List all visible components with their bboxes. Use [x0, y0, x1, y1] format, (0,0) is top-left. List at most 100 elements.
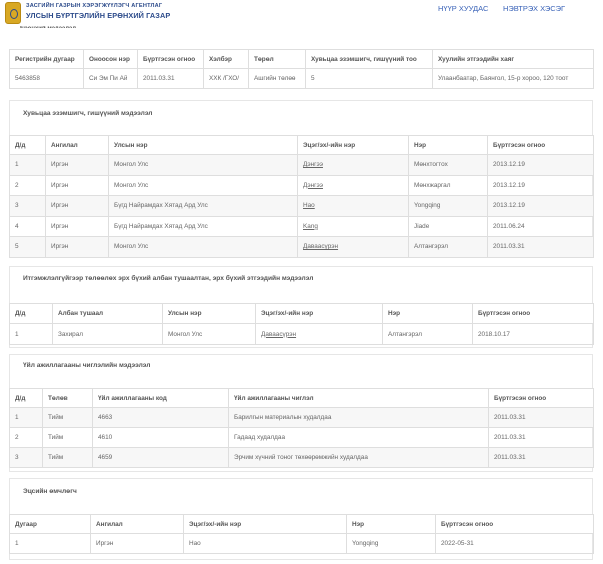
column-header: Хэлбэр [203, 49, 249, 69]
table-cell: 2013.12.19 [487, 195, 594, 217]
table-cell: 5 [9, 236, 46, 258]
column-header: Нэр [346, 514, 436, 534]
table-cell: Иргэн [45, 215, 109, 237]
table-cell: Гадаад худалдаа [228, 427, 489, 448]
table-cell: 2011.03.31 [488, 447, 594, 468]
table-cell: 2011.03.31 [487, 236, 594, 258]
column-header: Регистрийн дугаар [9, 49, 84, 69]
table-cell: 2011.06.24 [487, 215, 594, 237]
column-header: Д/д [9, 135, 46, 155]
logo-title[interactable]: УЛСЫН БҮРТГЭЛИЙН ЕРӨНХИЙ ГАЗАР [26, 11, 170, 20]
section-title-activities: Үйл ажиллагааны чиглэлийн мэдээлэл [23, 362, 151, 369]
column-header: Эцэг/эх/-ийн нэр [255, 303, 383, 324]
table-row: 4 Иргэн Бүгд Найрамдах Хятад Ард Улс Kang Ji… [9, 215, 594, 237]
table-cell: Монгол Улс [108, 236, 298, 258]
table-cell: Иргэн [45, 195, 109, 217]
column-header: Д/д [9, 388, 43, 408]
column-header: Бүртгэсэн огноо [137, 49, 204, 69]
top-bar: ЗАСГИЙН ГАЗРЫН ХЭРЭГЖҮҮЛЭГЧ АГЕНТЛАГ УЛС… [0, 0, 603, 26]
table-cell: 1 [9, 533, 91, 554]
beneficiaries-table: Дугаар Ангилал Эцэг/эх/-ийн нэр Нэр Бүртгэсэ… [9, 514, 594, 554]
table-row: 5463858 Си Эм Пи Ай 2011.03.31 ХХК /ГХО/Ашг… [9, 68, 594, 89]
column-header: Улсын нэр [162, 303, 256, 324]
table-cell: Ашгийн төлөө [248, 68, 306, 89]
table-cell: 3 [9, 195, 46, 217]
table-cell: Монгол Улс [108, 154, 298, 176]
logo-agency-line[interactable]: ЗАСГИЙН ГАЗРЫН ХЭРЭГЖҮҮЛЭГЧ АГЕНТЛАГ [26, 3, 162, 9]
table-cell: Монгол Улс [108, 174, 298, 196]
table-cell: Бүгд Найрамдах Хятад Ард Улс [108, 195, 298, 217]
table-cell: Jiade [408, 215, 488, 237]
table-cell: Даваасүрэн [297, 236, 409, 258]
table-cell: 2011.03.31 [488, 427, 594, 448]
table-cell: Улаанбаатар, Баянгол, 15-р хороо, 120 то… [432, 68, 594, 89]
table-cell: 1 [9, 407, 43, 428]
table-row: 1 Захирал Монгол Улс Даваасүрэн Алтангэрэл 20… [9, 323, 594, 345]
table-cell: Эрчим хүчний тоног төхөөрөмжийн худалдаа [228, 447, 489, 468]
table-cell: Захирал [52, 323, 163, 345]
column-header: Хуулийн этгээдийн хаяг [432, 49, 594, 69]
column-header: Төрөл [248, 49, 306, 69]
table-cell: 1 [9, 323, 53, 345]
officials-table: Д/д Албан тушаал Улсын нэр Эцэг/эх/-ийн нэр… [9, 303, 594, 345]
table-cell: 4610 [92, 427, 229, 448]
column-header: Үйл ажиллагааны чиглэл [228, 388, 489, 408]
table-cell: 2011.03.31 [488, 407, 594, 428]
table-cell: Дэнгээ [297, 154, 409, 176]
table-cell: 2013.12.19 [487, 154, 594, 176]
page-content: Ерөнхий мэдээлэл Регистрийн дугаарОноосо… [0, 0, 603, 564]
table-row: 2 Тийм 4610 Гадаад худалдаа 2011.03.31 [9, 427, 594, 448]
nav-home-link[interactable]: НҮҮР ХУУДАС [438, 4, 488, 13]
table-row: 1 Тийм 4663 Барилгын материалын худалдаа 201… [9, 407, 594, 428]
table-cell: Мөнхжаргал [408, 174, 488, 196]
table-cell: 2011.03.31 [137, 68, 204, 89]
table-cell: 2 [9, 174, 46, 196]
column-header: Бүртгэсэн огноо [487, 135, 594, 155]
table-header-row: Регистрийн дугаар Оноосон нэр Бүртгэсэн ог… [9, 49, 594, 69]
column-header: Хувьцаа эзэмшигч, гишүүний тоо [305, 49, 433, 69]
table-row: 2 Иргэн Монгол Улс Дэнгээ Мөнхжаргал 2013.12.… [9, 174, 594, 196]
column-header: Улсын нэр [108, 135, 298, 155]
column-header: Д/д [9, 303, 53, 324]
table-cell: Kang [297, 215, 409, 237]
table-cell: Дэнгээ [297, 174, 409, 196]
table-cell: Мөнхтогтох [408, 154, 488, 176]
column-header: Үйл ажиллагааны код [92, 388, 229, 408]
table-cell: Си Эм Пи Ай [83, 68, 138, 89]
column-header: Оноосон нэр [83, 49, 138, 69]
column-header: Дугаар [9, 514, 91, 534]
table-row: 1 Иргэн Hao Yongqing 2022-05-31 [9, 533, 594, 554]
table-row: 3 Тийм 4659 Эрчим хүчний тоног төхөөрөмжийн… [9, 447, 594, 468]
table-cell: Даваасүрэн [255, 323, 383, 345]
table-header-row: Д/д Албан тушаал Улсын нэр Эцэг/эх/-ийн нэр… [9, 303, 594, 324]
table-cell: 2018.10.17 [472, 323, 594, 345]
table-row: 1 Иргэн Монгол Улс Дэнгээ Мөнхтогтох 2013.12.… [9, 154, 594, 176]
table-header-row: Д/д Төлөв Үйл ажиллагааны код Үйл ажиллагаа… [9, 388, 594, 408]
table-cell: 1 [9, 154, 46, 176]
emblem-icon[interactable] [5, 2, 21, 24]
column-header: Нэр [408, 135, 488, 155]
table-cell: Иргэн [90, 533, 184, 554]
table-row: 3 Иргэн Бүгд Найрамдах Хятад Ард Улс Hao Yon… [9, 195, 594, 217]
table-cell: Тийм [42, 407, 93, 428]
activities-table: Д/д Төлөв Үйл ажиллагааны код Үйл ажиллагаа… [9, 388, 594, 468]
table-header-row: Д/д Ангилал Улсын нэр Эцэг/эх/-ийн нэр Нэр Бү… [9, 135, 594, 155]
table-cell: Бүгд Найрамдах Хятад Ард Улс [108, 215, 298, 237]
column-header: Ангилал [90, 514, 184, 534]
table-cell: 2013.12.19 [487, 174, 594, 196]
table-cell: Тийм [42, 427, 93, 448]
nav-login-link[interactable]: НЭВТРЭХ ХЭСЭГ [503, 4, 565, 13]
table-cell: 5463858 [9, 68, 84, 89]
table-cell: Hao [183, 533, 347, 554]
section-title-beneficiaries: Эцсийн өмчлөгч [23, 488, 77, 495]
shareholders-table: Д/д Ангилал Улсын нэр Эцэг/эх/-ийн нэр Нэр Бү… [9, 135, 594, 258]
column-header: Төлөв [42, 388, 93, 408]
table-header-row: Дугаар Ангилал Эцэг/эх/-ийн нэр Нэр Бүртгэсэ… [9, 514, 594, 534]
column-header: Эцэг/эх/-ийн нэр [297, 135, 409, 155]
section-title-officials: Итгэмжлэлгүйгээр төлөөлөх эрх бүхий алба… [23, 275, 314, 282]
table-cell: 2 [9, 427, 43, 448]
column-header: Ангилал [45, 135, 109, 155]
column-header: Бүртгэсэн огноо [472, 303, 594, 324]
column-header: Бүртгэсэн огноо [488, 388, 594, 408]
column-header: Албан тушаал [52, 303, 163, 324]
